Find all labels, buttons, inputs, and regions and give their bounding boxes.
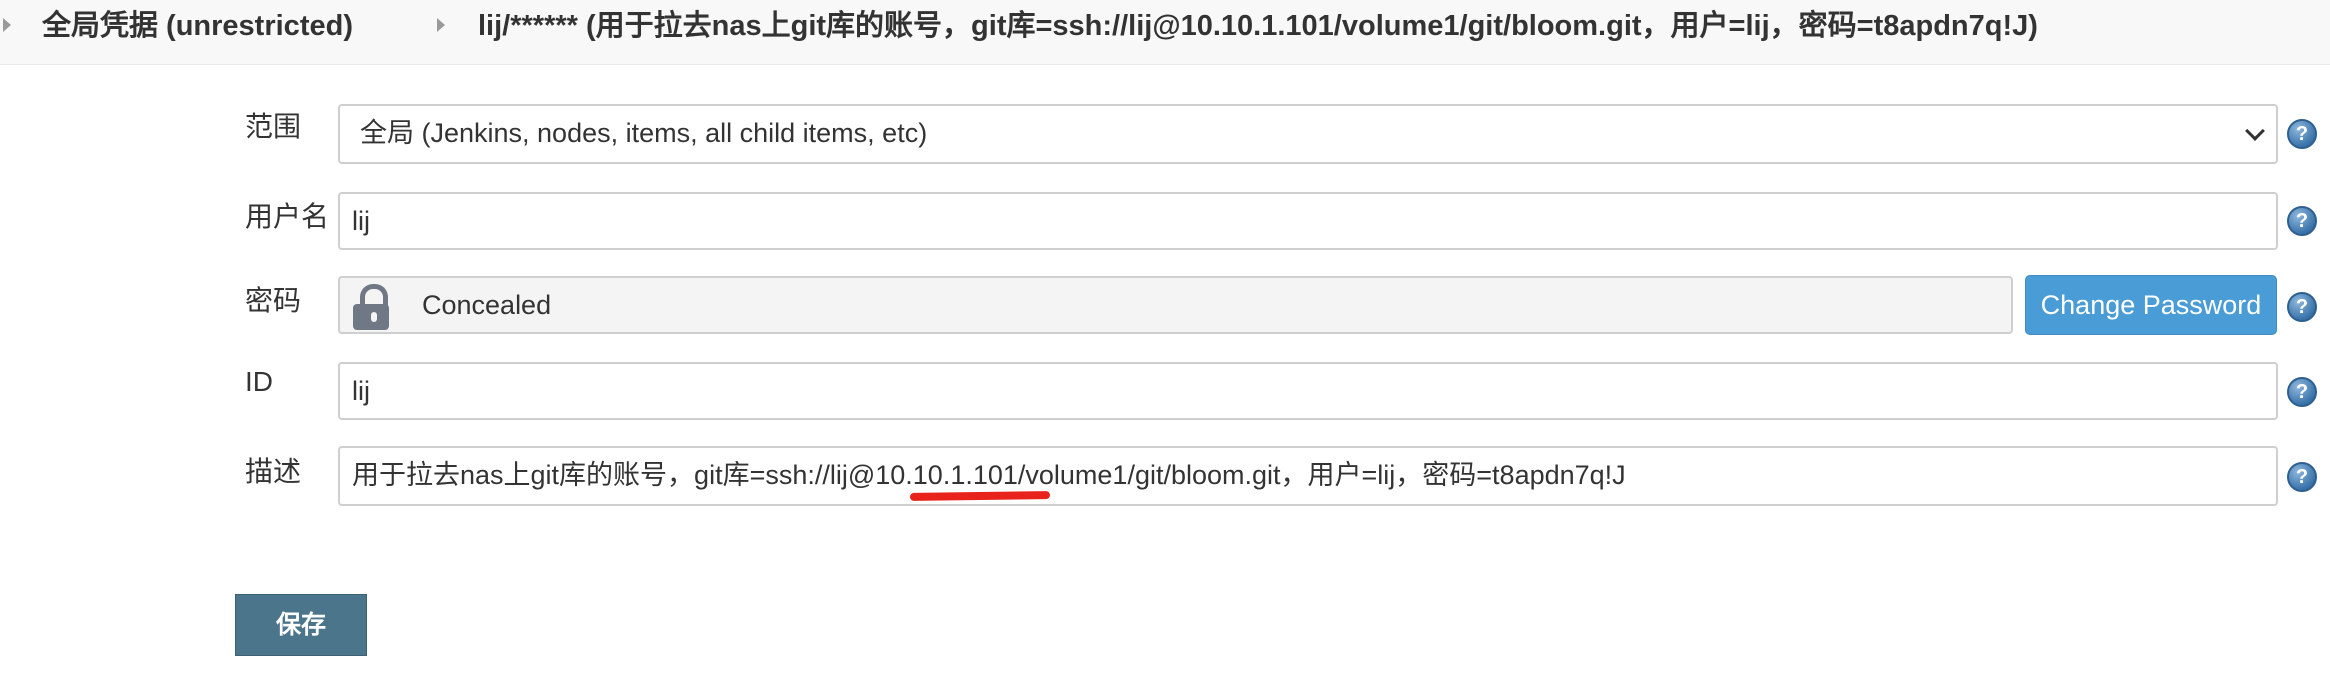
password-concealed-field: Concealed	[338, 276, 2013, 334]
password-concealed-text: Concealed	[422, 290, 552, 320]
description-input[interactable]: 用于拉去nas上git库的账号，git库=ssh://lij@10.10.1.1…	[338, 446, 2278, 506]
help-icon[interactable]: ?	[2287, 292, 2317, 322]
username-label: 用户名	[245, 201, 330, 232]
chevron-right-icon	[3, 18, 11, 32]
scope-select[interactable]: 全局 (Jenkins, nodes, items, all child ite…	[338, 104, 2278, 164]
breadcrumb-credential-store[interactable]: 全局凭据 (unrestricted)	[42, 6, 353, 46]
help-icon[interactable]: ?	[2287, 206, 2317, 236]
scope-selected-value: 全局 (Jenkins, nodes, items, all child ite…	[360, 118, 928, 148]
change-password-button[interactable]: Change Password	[2025, 275, 2277, 335]
username-input[interactable]: lij	[338, 192, 2278, 250]
help-icon[interactable]: ?	[2287, 377, 2317, 407]
scope-label: 范围	[245, 111, 302, 142]
id-input[interactable]: lij	[338, 362, 2278, 420]
description-label: 描述	[245, 456, 302, 487]
help-icon[interactable]: ?	[2287, 462, 2317, 492]
lock-icon	[350, 284, 392, 330]
chevron-down-icon	[2245, 121, 2265, 141]
chevron-right-icon	[437, 18, 445, 32]
breadcrumb-credential[interactable]: lij/****** (用于拉去nas上git库的账号，git库=ssh://l…	[478, 6, 2038, 46]
id-label: ID	[245, 366, 273, 397]
save-button[interactable]: 保存	[235, 594, 367, 656]
help-icon[interactable]: ?	[2287, 119, 2317, 149]
password-label: 密码	[245, 285, 302, 316]
breadcrumb: 全局凭据 (unrestricted) lij/****** (用于拉去nas上…	[0, 0, 2330, 65]
